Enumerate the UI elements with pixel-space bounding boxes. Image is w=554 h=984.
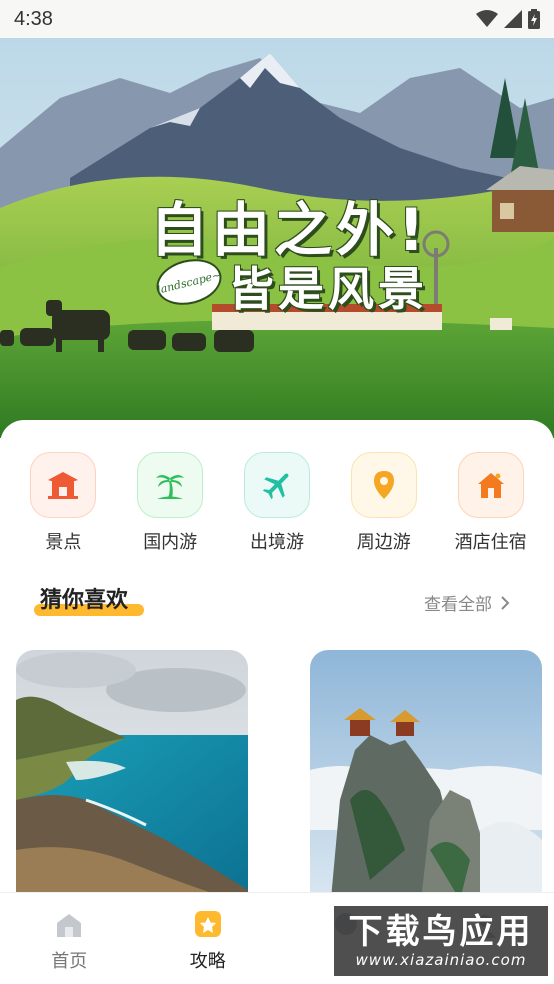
category-icon-box xyxy=(457,452,524,518)
category-icon-box xyxy=(350,452,417,518)
category-icon-box xyxy=(243,452,310,518)
category-scenic[interactable]: 景点 xyxy=(13,452,113,554)
location-pin-icon xyxy=(373,471,394,499)
view-all-label: 查看全部 xyxy=(424,595,492,615)
status-icons xyxy=(476,9,540,29)
nav-label-home: 首页 xyxy=(51,951,88,972)
category-hotel[interactable]: 酒店住宿 xyxy=(441,452,541,554)
wifi-icon xyxy=(476,10,498,27)
view-all-link[interactable]: 查看全部 xyxy=(424,590,510,615)
category-outbound[interactable]: 出境游 xyxy=(227,452,327,554)
hero-banner[interactable]: 自由之外! landscape~ 皆是风景 xyxy=(0,38,554,438)
nav-guide[interactable]: 攻略 xyxy=(139,893,277,984)
nav-label-guide: 攻略 xyxy=(189,951,226,972)
section-title-wrap: 猜你喜欢 xyxy=(34,586,144,616)
watermark-logo: 下载鸟应用 www.xiazainiao.com xyxy=(332,904,550,978)
content-panel: 景点 国内游 出境游 周边游 酒店住宿 猜你喜欢 查看全部 xyxy=(0,420,554,910)
hotel-icon xyxy=(477,473,504,498)
category-grid: 景点 国内游 出境游 周边游 酒店住宿 xyxy=(0,452,554,554)
mountain-temple-photo xyxy=(310,650,542,910)
status-bar: 4:38 xyxy=(0,0,554,38)
chevron-right-icon xyxy=(501,595,510,610)
guide-star-icon xyxy=(194,911,221,937)
status-time: 4:38 xyxy=(14,7,53,30)
scenic-spot-icon xyxy=(48,472,79,499)
category-label: 出境游 xyxy=(249,532,304,553)
coastline-photo xyxy=(16,650,248,910)
recommend-card[interactable] xyxy=(16,650,248,910)
nav-home[interactable]: 首页 xyxy=(0,893,138,984)
recommend-card[interactable] xyxy=(310,650,542,910)
cellular-signal-icon xyxy=(504,10,522,28)
category-icon-box xyxy=(137,452,204,518)
recommend-section-header: 猜你喜欢 查看全部 xyxy=(0,586,554,626)
category-label: 酒店住宿 xyxy=(454,532,527,553)
category-nearby[interactable]: 周边游 xyxy=(334,452,434,554)
airplane-icon xyxy=(262,473,289,500)
palm-tree-icon xyxy=(156,475,185,499)
app-screen: 4:38 自由之外! landscape~ 皆是风景 景点 国内游 出境游 周边… xyxy=(0,0,554,984)
home-icon xyxy=(57,914,82,937)
hero-title-line2: 皆是风景 xyxy=(228,262,428,316)
category-domestic[interactable]: 国内游 xyxy=(120,452,220,554)
section-title: 猜你喜欢 xyxy=(40,588,129,613)
category-label: 景点 xyxy=(45,532,82,553)
watermark-url: www.xiazainiao.com xyxy=(355,951,527,969)
category-icon-box xyxy=(30,452,97,518)
watermark-title: 下载鸟应用 xyxy=(348,912,534,952)
battery-icon xyxy=(528,9,540,29)
category-label: 国内游 xyxy=(143,532,198,553)
category-label: 周边游 xyxy=(356,532,411,553)
